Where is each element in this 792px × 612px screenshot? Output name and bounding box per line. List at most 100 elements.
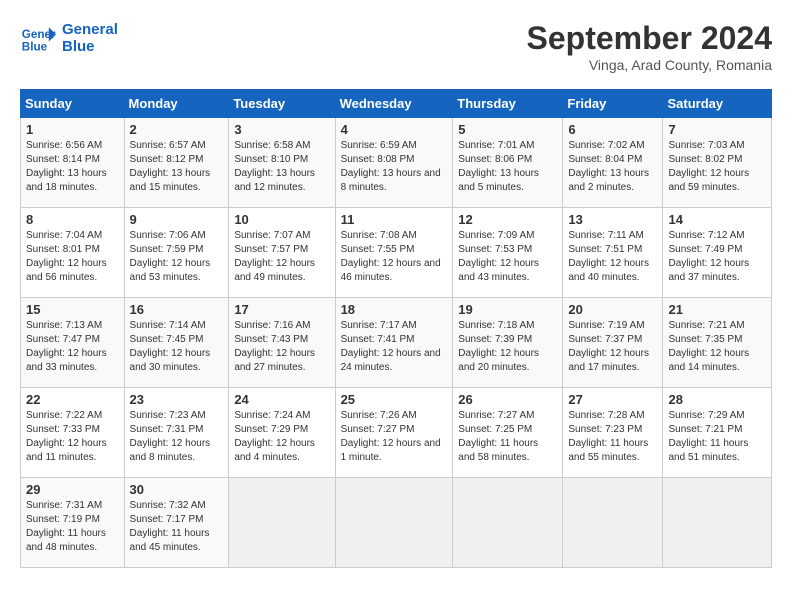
day-detail: Sunrise: 7:21 AMSunset: 7:35 PMDaylight:…: [668, 319, 766, 375]
calendar-cell-3-6: 21 Sunrise: 7:21 AMSunset: 7:35 PMDayligh…: [663, 298, 772, 388]
day-detail: Sunrise: 7:12 AMSunset: 7:49 PMDaylight:…: [668, 229, 766, 285]
calendar-week-2: 8Sunrise: 7:04 AMSunset: 8:01 PMDaylight…: [21, 208, 772, 298]
calendar-cell-2-1: 9 Sunrise: 7:06 AMSunset: 7:59 PMDaylight…: [124, 208, 229, 298]
day-number: 10: [234, 212, 329, 227]
day-detail: Sunrise: 7:29 AMSunset: 7:21 PMDaylight:…: [668, 409, 766, 465]
day-detail: Sunrise: 6:56 AMSunset: 8:14 PMDaylight:…: [26, 139, 119, 195]
day-detail: Sunrise: 6:59 AMSunset: 8:08 PMDaylight:…: [341, 139, 448, 195]
calendar-table: SundayMondayTuesdayWednesdayThursdayFrid…: [20, 89, 772, 568]
calendar-cell-1-6: 7Sunrise: 7:03 AMSunset: 8:02 PMDaylight…: [663, 118, 772, 208]
calendar-cell-3-3: 18 Sunrise: 7:17 AMSunset: 7:41 PMDayligh…: [335, 298, 453, 388]
calendar-cell-2-2: 10 Sunrise: 7:07 AMSunset: 7:57 PMDayligh…: [229, 208, 335, 298]
calendar-cell-4-1: 23 Sunrise: 7:23 AMSunset: 7:31 PMDayligh…: [124, 388, 229, 478]
day-detail: Sunrise: 7:17 AMSunset: 7:41 PMDaylight:…: [341, 319, 448, 375]
day-number: 13: [568, 212, 657, 227]
calendar-cell-3-0: 15 Sunrise: 7:13 AMSunset: 7:47 PMDayligh…: [21, 298, 125, 388]
calendar-cell-4-3: 25 Sunrise: 7:26 AMSunset: 7:27 PMDayligh…: [335, 388, 453, 478]
calendar-cell-2-0: 8Sunrise: 7:04 AMSunset: 8:01 PMDaylight…: [21, 208, 125, 298]
header-tuesday: Tuesday: [229, 90, 335, 118]
calendar-cell-1-3: 4 Sunrise: 6:59 AMSunset: 8:08 PMDaylight…: [335, 118, 453, 208]
calendar-cell-4-4: 26 Sunrise: 7:27 AMSunset: 7:25 PMDayligh…: [453, 388, 563, 478]
day-number: 16: [130, 302, 224, 317]
calendar-cell-5-6: [663, 478, 772, 568]
day-detail: Sunrise: 7:27 AMSunset: 7:25 PMDaylight:…: [458, 409, 557, 465]
day-number: 8: [26, 212, 119, 227]
header-thursday: Thursday: [453, 90, 563, 118]
logo-icon: General Blue: [20, 20, 56, 56]
calendar-cell-5-3: [335, 478, 453, 568]
day-number: 4: [341, 122, 448, 137]
day-number: 23: [130, 392, 224, 407]
calendar-cell-3-1: 16 Sunrise: 7:14 AMSunset: 7:45 PMDayligh…: [124, 298, 229, 388]
header: General Blue General Blue September 2024…: [20, 20, 772, 73]
logo-text: General: [62, 21, 118, 38]
calendar-week-4: 22 Sunrise: 7:22 AMSunset: 7:33 PMDayligh…: [21, 388, 772, 478]
day-number: 2: [130, 122, 224, 137]
day-detail: Sunrise: 7:03 AMSunset: 8:02 PMDaylight:…: [668, 139, 766, 195]
day-detail: Sunrise: 7:23 AMSunset: 7:31 PMDaylight:…: [130, 409, 224, 465]
calendar-cell-2-6: 14 Sunrise: 7:12 AMSunset: 7:49 PMDayligh…: [663, 208, 772, 298]
day-number: 14: [668, 212, 766, 227]
day-number: 18: [341, 302, 448, 317]
day-number: 20: [568, 302, 657, 317]
calendar-week-3: 15 Sunrise: 7:13 AMSunset: 7:47 PMDayligh…: [21, 298, 772, 388]
header-saturday: Saturday: [663, 90, 772, 118]
day-detail: Sunrise: 7:06 AMSunset: 7:59 PMDaylight:…: [130, 229, 224, 285]
day-number: 9: [130, 212, 224, 227]
calendar-cell-1-1: 2 Sunrise: 6:57 AMSunset: 8:12 PMDaylight…: [124, 118, 229, 208]
calendar-cell-5-1: 30Sunrise: 7:32 AMSunset: 7:17 PMDayligh…: [124, 478, 229, 568]
calendar-cell-5-0: 29 Sunrise: 7:31 AMSunset: 7:19 PMDayligh…: [21, 478, 125, 568]
day-number: 21: [668, 302, 766, 317]
day-number: 29: [26, 482, 119, 497]
day-detail: Sunrise: 7:19 AMSunset: 7:37 PMDaylight:…: [568, 319, 657, 375]
day-number: 28: [668, 392, 766, 407]
header-monday: Monday: [124, 90, 229, 118]
calendar-cell-4-2: 24Sunrise: 7:24 AMSunset: 7:29 PMDayligh…: [229, 388, 335, 478]
day-number: 17: [234, 302, 329, 317]
calendar-header-row: SundayMondayTuesdayWednesdayThursdayFrid…: [21, 90, 772, 118]
day-number: 12: [458, 212, 557, 227]
day-detail: Sunrise: 7:07 AMSunset: 7:57 PMDaylight:…: [234, 229, 329, 285]
day-detail: Sunrise: 7:14 AMSunset: 7:45 PMDaylight:…: [130, 319, 224, 375]
day-detail: Sunrise: 7:32 AMSunset: 7:17 PMDaylight:…: [130, 499, 224, 555]
calendar-cell-2-4: 12 Sunrise: 7:09 AMSunset: 7:53 PMDayligh…: [453, 208, 563, 298]
day-detail: Sunrise: 7:11 AMSunset: 7:51 PMDaylight:…: [568, 229, 657, 285]
day-detail: Sunrise: 7:26 AMSunset: 7:27 PMDaylight:…: [341, 409, 448, 465]
day-detail: Sunrise: 7:16 AMSunset: 7:43 PMDaylight:…: [234, 319, 329, 375]
calendar-cell-1-0: 1 Sunrise: 6:56 AMSunset: 8:14 PMDaylight…: [21, 118, 125, 208]
calendar-cell-1-5: 6Sunrise: 7:02 AMSunset: 8:04 PMDaylight…: [563, 118, 663, 208]
day-detail: Sunrise: 7:02 AMSunset: 8:04 PMDaylight:…: [568, 139, 657, 195]
day-number: 26: [458, 392, 557, 407]
day-number: 5: [458, 122, 557, 137]
day-detail: Sunrise: 7:22 AMSunset: 7:33 PMDaylight:…: [26, 409, 119, 465]
title-area: September 2024 Vinga, Arad County, Roman…: [527, 20, 772, 73]
day-number: 3: [234, 122, 329, 137]
day-number: 15: [26, 302, 119, 317]
day-detail: Sunrise: 7:08 AMSunset: 7:55 PMDaylight:…: [341, 229, 448, 285]
calendar-cell-1-4: 5 Sunrise: 7:01 AMSunset: 8:06 PMDaylight…: [453, 118, 563, 208]
day-detail: Sunrise: 6:58 AMSunset: 8:10 PMDaylight:…: [234, 139, 329, 195]
calendar-cell-2-3: 11Sunrise: 7:08 AMSunset: 7:55 PMDayligh…: [335, 208, 453, 298]
header-friday: Friday: [563, 90, 663, 118]
day-detail: Sunrise: 7:13 AMSunset: 7:47 PMDaylight:…: [26, 319, 119, 375]
day-number: 19: [458, 302, 557, 317]
header-wednesday: Wednesday: [335, 90, 453, 118]
calendar-cell-3-4: 19Sunrise: 7:18 AMSunset: 7:39 PMDayligh…: [453, 298, 563, 388]
calendar-cell-4-5: 27Sunrise: 7:28 AMSunset: 7:23 PMDayligh…: [563, 388, 663, 478]
calendar-week-5: 29 Sunrise: 7:31 AMSunset: 7:19 PMDayligh…: [21, 478, 772, 568]
day-number: 22: [26, 392, 119, 407]
logo: General Blue General Blue: [20, 20, 118, 56]
day-detail: Sunrise: 6:57 AMSunset: 8:12 PMDaylight:…: [130, 139, 224, 195]
calendar-cell-5-4: [453, 478, 563, 568]
day-detail: Sunrise: 7:28 AMSunset: 7:23 PMDaylight:…: [568, 409, 657, 465]
location-subtitle: Vinga, Arad County, Romania: [527, 57, 772, 73]
day-number: 25: [341, 392, 448, 407]
day-detail: Sunrise: 7:09 AMSunset: 7:53 PMDaylight:…: [458, 229, 557, 285]
calendar-cell-2-5: 13 Sunrise: 7:11 AMSunset: 7:51 PMDayligh…: [563, 208, 663, 298]
day-detail: Sunrise: 7:01 AMSunset: 8:06 PMDaylight:…: [458, 139, 557, 195]
day-number: 1: [26, 122, 119, 137]
calendar-cell-5-2: [229, 478, 335, 568]
day-detail: Sunrise: 7:31 AMSunset: 7:19 PMDaylight:…: [26, 499, 119, 555]
month-title: September 2024: [527, 20, 772, 57]
calendar-cell-5-5: [563, 478, 663, 568]
